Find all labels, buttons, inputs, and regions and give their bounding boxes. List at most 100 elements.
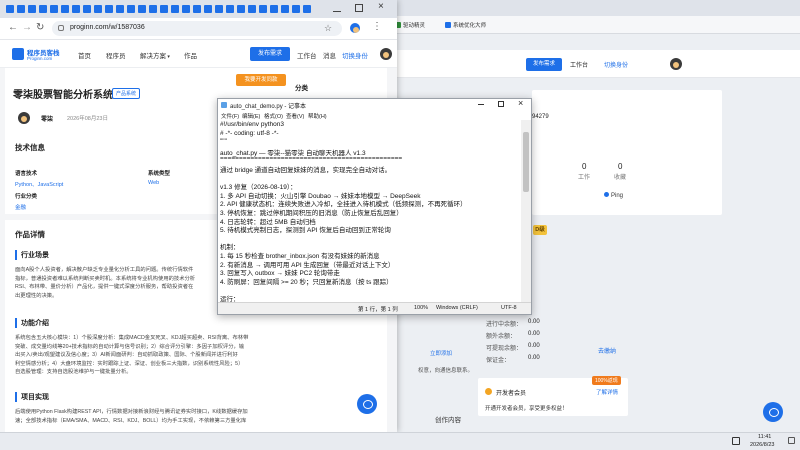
workbench-link[interactable]: 工作台 [297,50,317,60]
lang-value[interactable]: Python、JavaScript [15,180,63,188]
notepad-scrollbar[interactable] [521,120,531,302]
browser-tab[interactable] [237,5,245,13]
code-line: #!/usr/bin/env python3 [220,121,284,128]
browser-tab[interactable] [270,5,278,13]
bg-switch-identity-link[interactable]: 切换身份 [604,60,628,69]
bg-level-badge: D级 [533,225,547,235]
author-name[interactable]: 零柒 [41,114,53,123]
browser-tab[interactable] [83,5,91,13]
switch-identity-link[interactable]: 切换身份 [342,50,368,60]
nav-programmers[interactable]: 程序员 [106,50,126,60]
browser-tab[interactable] [149,5,157,13]
browser-tab[interactable] [259,5,267,13]
browser-tab[interactable] [39,5,47,13]
maximize-icon[interactable] [355,4,363,12]
address-bar-row: ← → ↻ proginn.com/w/1587036 ☆ ⋮ [0,18,397,40]
taskbar-date[interactable]: 2026/8/23 [750,442,774,448]
author-avatar[interactable] [18,112,30,124]
site-logo-en: Proginn.com [27,56,53,61]
network-icon[interactable] [732,437,740,445]
browser-tab[interactable] [127,5,135,13]
close-icon[interactable]: × [378,2,384,12]
browser-tab[interactable] [6,5,14,13]
nav-home[interactable]: 首页 [78,50,91,60]
bg-creation-label: 创作内容 [435,417,461,424]
menu-dots-icon[interactable]: ⋮ [372,21,382,33]
bg-chat-fab[interactable] [763,402,783,422]
bg-user-avatar[interactable] [670,58,682,70]
publish-button[interactable]: 发布需求 [250,47,290,61]
menu-view[interactable]: 查看(V) [286,112,304,120]
messages-link[interactable]: 消息 [323,50,336,60]
browser-tab[interactable] [281,5,289,13]
minimize-icon[interactable] [333,4,341,12]
encoding: UTF-8 [501,305,517,311]
browser-tab[interactable] [171,5,179,13]
browser-tab[interactable] [160,5,168,13]
chat-fab[interactable] [357,394,377,414]
forward-icon[interactable]: → [22,22,32,34]
bg-workbench-link[interactable]: 工作台 [570,60,588,69]
bookmark-optimizer[interactable]: 系统优化大师 [445,21,486,29]
bookmark-star-icon[interactable]: ☆ [324,22,332,34]
browser-tab[interactable] [303,5,311,13]
right-add-link[interactable]: 立即添加 [430,349,452,357]
code-line: # -*- coding: utf-8 -*- [220,129,279,137]
browser-tab[interactable] [28,5,36,13]
browser-tab[interactable] [292,5,300,13]
line-ending: Windows (CRLF) [436,305,478,311]
profile-icon[interactable] [350,23,360,33]
menu-help[interactable]: 帮助(H) [308,112,327,120]
back-icon[interactable]: ← [8,22,18,34]
browser-tab[interactable] [105,5,113,13]
system-label: 系统类型 [148,171,171,177]
browser-tab[interactable] [116,5,124,13]
browser-tab[interactable] [72,5,80,13]
browser-tab[interactable] [182,5,190,13]
browser-tab[interactable] [138,5,146,13]
feature-title: 功能介绍 [15,318,49,328]
code-line: 运行： [220,296,240,302]
notepad-text-area[interactable]: #!/usr/bin/env python3 # -*- coding: utf-… [218,120,521,302]
nav-solutions[interactable]: 解决方案 ▾ [140,50,170,60]
taskbar-time[interactable]: 11:41 [758,434,771,440]
user-avatar[interactable] [380,48,392,60]
notification-icon[interactable] [788,437,795,444]
site-logo-icon[interactable] [12,48,24,60]
browser-tab[interactable] [94,5,102,13]
system-value[interactable]: Web [148,180,159,186]
notepad-maximize-icon[interactable] [498,101,504,107]
menu-file[interactable]: 文件(F) [221,112,239,120]
menu-edit[interactable]: 编辑(E) [242,112,260,120]
bg-recharge-link[interactable]: 去缴纳 [598,346,616,355]
browser-tab[interactable] [193,5,201,13]
browser-tab[interactable] [248,5,256,13]
notepad-menubar: 文件(F) 编辑(E) 格式(O) 查看(V) 帮助(H) [218,111,531,120]
balance-value: 0.00 [528,331,540,337]
bookmark-driver[interactable]: 驱动精灵 [395,21,425,29]
browser-tab[interactable] [204,5,212,13]
browser-tab[interactable] [17,5,25,13]
notepad-minimize-icon[interactable] [478,104,484,105]
bg-publish-button[interactable]: 发布需求 [526,58,562,71]
notepad-scroll-thumb[interactable] [523,132,529,192]
tech-title: 技术信息 [15,143,45,152]
browser-tab[interactable] [61,5,69,13]
right-side-hint: 权意，向通信息联系。 [418,368,474,374]
category-label: 分类 [295,85,308,92]
industry-value[interactable]: 金融 [15,203,26,211]
url-input[interactable]: proginn.com/w/1587036 ☆ [52,21,342,36]
bg-stat-fav-label: 收藏 [614,175,627,181]
notepad-close-icon[interactable]: × [518,98,523,108]
balance-label: 额外余额： [486,334,517,340]
browser-tab[interactable] [226,5,234,13]
browser-tab[interactable] [50,5,58,13]
reload-icon[interactable]: ↻ [36,22,44,34]
develop-same-button[interactable]: 我要开发同款 [236,74,286,86]
site-info-icon[interactable] [58,25,64,31]
nav-works[interactable]: 作品 [184,50,197,60]
chevron-down-icon: ▾ [166,54,170,60]
menu-format[interactable]: 格式(O) [264,112,283,120]
browser-tab[interactable] [215,5,223,13]
vip-detail-link[interactable]: 了解详情 [596,388,618,396]
